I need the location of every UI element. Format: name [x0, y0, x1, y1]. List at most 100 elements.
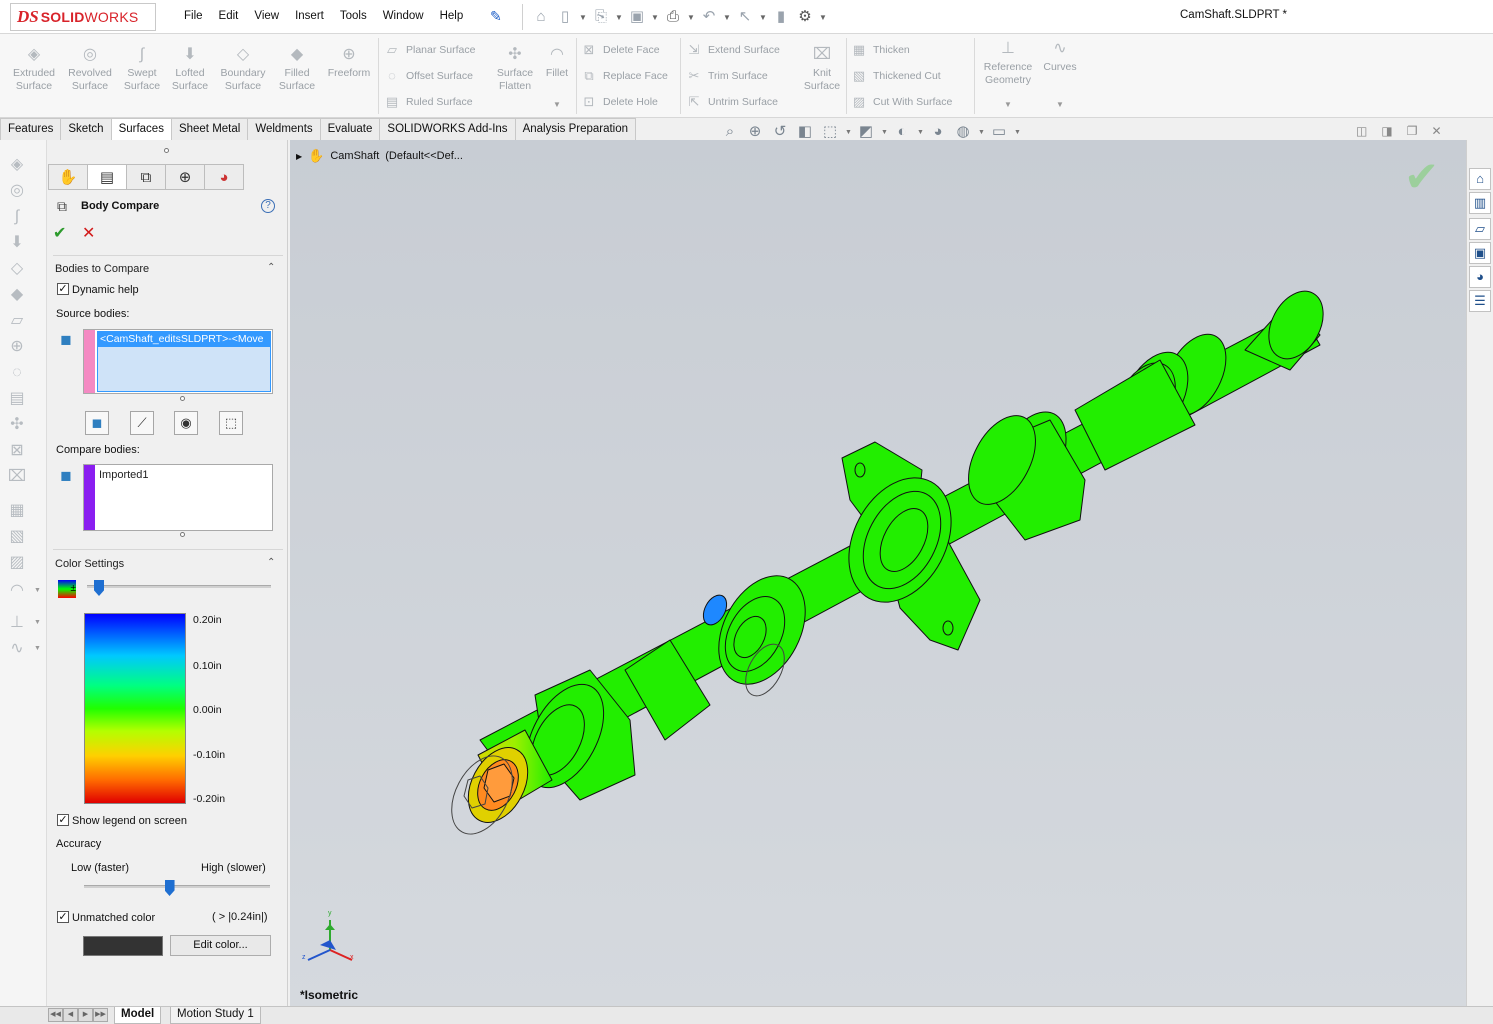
list-resize-grip[interactable]: [180, 532, 185, 537]
display-manager-tab[interactable]: ◕: [204, 164, 244, 190]
reference-tool-icon[interactable]: ⊥: [6, 612, 28, 634]
flatten-icon[interactable]: ✣: [6, 414, 28, 436]
restore-window-icon[interactable]: ❐: [1407, 124, 1418, 138]
menu-file[interactable]: File: [176, 10, 211, 22]
undo-icon[interactable]: ↶: [699, 7, 719, 27]
delete-face-button[interactable]: ⊠ Delete Face: [581, 42, 660, 58]
menu-view[interactable]: View: [246, 10, 287, 22]
collapse-chevron-icon[interactable]: ⌃: [267, 557, 275, 568]
swept-surface-button[interactable]: ∫ Swept Surface: [118, 46, 166, 93]
reference-geometry-dropdown-icon[interactable]: ▼: [1004, 100, 1012, 109]
ok-check-icon[interactable]: ✔: [53, 223, 66, 243]
boundary-boss-icon[interactable]: ◇: [6, 258, 28, 280]
ruled-icon[interactable]: ▤: [6, 388, 28, 410]
lofted-boss-icon[interactable]: ⬇: [6, 232, 28, 254]
tab-model[interactable]: Model: [114, 1007, 162, 1024]
undo-dropdown-icon[interactable]: ▼: [723, 13, 731, 22]
new-document-icon[interactable]: ▯: [555, 7, 575, 27]
property-manager-tab[interactable]: ▤: [87, 164, 127, 190]
filled-surface-button[interactable]: ◆ Filled Surface: [272, 46, 322, 93]
freeform-tool-icon[interactable]: ⊕: [6, 336, 28, 358]
revolved-boss-icon[interactable]: ◎: [6, 180, 28, 202]
tile-right-icon[interactable]: ◨: [1381, 124, 1392, 138]
edit-color-button[interactable]: Edit color...: [170, 935, 271, 956]
extruded-surface-button[interactable]: ◈ Extruded Surface: [8, 46, 60, 93]
apply-scene-dropdown-icon[interactable]: ▼: [978, 129, 985, 136]
revolved-surface-button[interactable]: ◎ Revolved Surface: [64, 46, 116, 93]
panel-grip[interactable]: [164, 148, 169, 153]
save-dropdown-icon[interactable]: ▼: [651, 13, 659, 22]
curves-tool-dropdown-icon[interactable]: ▼: [34, 645, 41, 652]
open-dropdown-icon[interactable]: ▼: [615, 13, 623, 22]
planar-icon[interactable]: ▱: [6, 310, 28, 332]
graphics-area[interactable]: ▶ ✋ CamShaft (Default<<Def... ✔ y x z *I…: [290, 140, 1466, 1006]
view-settings-icon[interactable]: ▭: [989, 122, 1009, 142]
tab-sheet-metal[interactable]: Sheet Metal: [170, 118, 249, 140]
design-library-icon[interactable]: ▥: [1469, 192, 1491, 214]
color-levels-slider-track[interactable]: [87, 585, 271, 588]
edit-appearance-icon[interactable]: ◕: [928, 122, 948, 142]
zoom-to-fit-icon[interactable]: ⌕: [720, 122, 740, 142]
fillet-button[interactable]: ◠ Fillet: [540, 46, 574, 80]
feature-manager-tab[interactable]: ✋: [48, 164, 88, 190]
select-hidden-bodies-button[interactable]: ◉: [174, 411, 198, 435]
extruded-boss-icon[interactable]: ◈: [6, 154, 28, 176]
menu-insert[interactable]: Insert: [287, 10, 332, 22]
solidworks-resources-icon[interactable]: ⌂: [1469, 168, 1491, 190]
reference-tool-dropdown-icon[interactable]: ▼: [34, 619, 41, 626]
view-orientation-icon[interactable]: ⬚: [820, 122, 840, 142]
delete-face-tool-icon[interactable]: ⊠: [6, 440, 28, 462]
source-body-item[interactable]: <CamShaft_editsSLDPRT>-<Move: [98, 332, 270, 347]
compare-bodies-list[interactable]: Imported1: [83, 464, 273, 531]
view-palette-icon[interactable]: ▣: [1469, 242, 1491, 264]
freeform-button[interactable]: ⊕ Freeform: [324, 46, 374, 80]
dynamic-help-checkbox[interactable]: ✓: [57, 283, 69, 295]
accuracy-slider-thumb[interactable]: [164, 880, 175, 896]
camshaft-model[interactable]: [290, 140, 1466, 1006]
show-legend-checkbox[interactable]: ✓: [57, 814, 69, 826]
select-solid-bodies-button[interactable]: ◼: [85, 411, 109, 435]
first-tab-icon[interactable]: ◀◀: [48, 1008, 63, 1022]
source-bodies-list[interactable]: <CamShaft_editsSLDPRT>-<Move: [83, 329, 273, 394]
menu-tools[interactable]: Tools: [332, 10, 375, 22]
apply-scene-icon[interactable]: ◍: [953, 122, 973, 142]
custom-properties-icon[interactable]: ☰: [1469, 290, 1491, 312]
select-arrow-icon[interactable]: ↖: [735, 7, 755, 27]
thickened-cut-button[interactable]: ▧ Thickened Cut: [851, 68, 941, 84]
solidworks-logo[interactable]: DS SOLIDWORKS: [10, 3, 156, 31]
reference-geometry-button[interactable]: ⊥ Reference Geometry: [980, 40, 1036, 87]
tab-surfaces[interactable]: Surfaces: [110, 118, 172, 140]
tab-solidworks-add-ins[interactable]: SOLIDWORKS Add-Ins: [379, 118, 516, 140]
cancel-x-icon[interactable]: ✕: [82, 223, 95, 243]
swept-boss-icon[interactable]: ∫: [6, 206, 28, 228]
dimxpert-manager-tab[interactable]: ⊕: [165, 164, 205, 190]
offset-icon[interactable]: ◌: [6, 362, 28, 384]
previous-tab-icon[interactable]: ◀: [63, 1008, 78, 1022]
print-dropdown-icon[interactable]: ▼: [687, 13, 695, 22]
ruled-surface-button[interactable]: ▤ Ruled Surface: [384, 94, 473, 110]
select-wireframe-bodies-button[interactable]: ⬚: [219, 411, 243, 435]
tab-sketch[interactable]: Sketch: [60, 118, 112, 140]
thickened-cut-tool-icon[interactable]: ▧: [6, 526, 28, 548]
zoom-to-area-icon[interactable]: ⊕: [745, 122, 765, 142]
curves-button[interactable]: ∿ Curves: [1040, 40, 1080, 74]
tile-left-icon[interactable]: ◫: [1356, 124, 1367, 138]
offset-surface-button[interactable]: ◌ Offset Surface: [384, 68, 473, 84]
appearances-icon[interactable]: ◕: [1469, 266, 1491, 288]
hide-show-dropdown-icon[interactable]: ▼: [917, 129, 924, 136]
lofted-surface-button[interactable]: ⬇ Lofted Surface: [166, 46, 214, 93]
knit-tool-icon[interactable]: ⌧: [6, 466, 28, 488]
next-tab-icon[interactable]: ▶: [78, 1008, 93, 1022]
print-icon[interactable]: ⎙: [663, 7, 683, 27]
unmatched-color-checkbox[interactable]: ✓: [57, 911, 69, 923]
home-icon[interactable]: ⌂: [531, 7, 551, 27]
curves-tool-icon[interactable]: ∿: [6, 638, 28, 660]
select-surface-bodies-button[interactable]: ⟋: [130, 411, 154, 435]
thicken-button[interactable]: ▦ Thicken: [851, 42, 910, 58]
tab-features[interactable]: Features: [0, 118, 62, 140]
knit-surface-button[interactable]: ⌧ Knit Surface: [800, 46, 844, 93]
cut-with-surface-button[interactable]: ▨ Cut With Surface: [851, 94, 953, 110]
menu-window[interactable]: Window: [375, 10, 432, 22]
new-dropdown-icon[interactable]: ▼: [579, 13, 587, 22]
filled-boss-icon[interactable]: ◆: [6, 284, 28, 306]
